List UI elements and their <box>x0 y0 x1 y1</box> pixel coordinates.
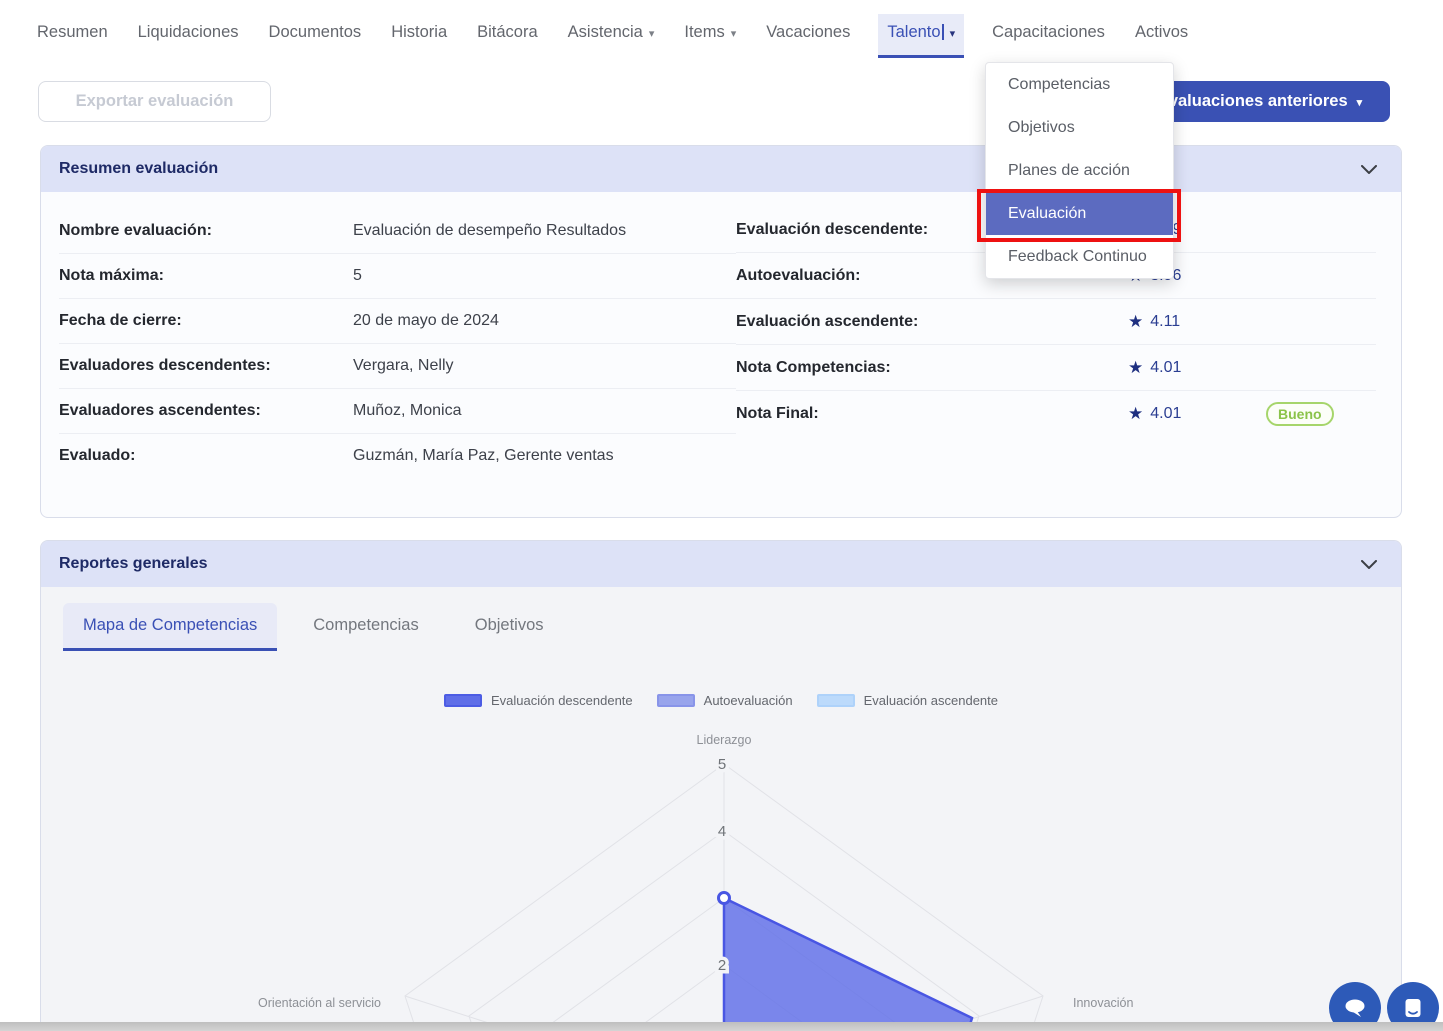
radar-tick-2: 2 <box>718 957 726 974</box>
menu-item-feedback-continuo[interactable]: Feedback Continuo <box>986 235 1173 278</box>
export-evaluation-button[interactable]: Exportar evaluación <box>38 81 271 122</box>
summary-row: Evaluación ascendente:★4.11 <box>736 299 1376 345</box>
chat-window-icon <box>1401 996 1425 1020</box>
summary-row: Fecha de cierre:20 de mayo de 2024 <box>59 299 736 344</box>
nav-tab-asistencia[interactable]: Asistencia▾ <box>566 14 657 58</box>
menu-item-objetivos[interactable]: Objetivos <box>986 106 1173 149</box>
nav-tab-bitacora[interactable]: Bitácora <box>475 14 540 58</box>
menu-item-planes-de-accion[interactable]: Planes de acción <box>986 149 1173 192</box>
nav-tab-items[interactable]: Items▾ <box>682 14 738 58</box>
legend-swatch <box>444 694 482 707</box>
reports-tabs: Mapa de Competencias Competencias Objeti… <box>63 603 564 651</box>
general-reports-panel: Reportes generales Mapa de Competencias … <box>40 540 1402 1031</box>
legend-swatch <box>817 694 855 707</box>
summary-row: Nombre evaluación:Evaluación de desempeñ… <box>59 209 736 254</box>
radar-axis-innovacion: Innovación <box>1073 996 1134 1010</box>
collapse-chevron-icon[interactable] <box>1361 560 1377 569</box>
evaluation-summary-panel: Resumen evaluación Nombre evaluación:Eva… <box>40 145 1402 518</box>
employee-talent-page: Resumen Liquidaciones Documentos Histori… <box>0 0 1443 1031</box>
radar-series-evaluacion-descendente <box>567 898 972 1031</box>
summary-row: Nota máxima:5 <box>59 254 736 299</box>
radar-tick-5: 5 <box>718 756 726 773</box>
panel-title: Resumen evaluación <box>59 160 218 178</box>
top-nav: Resumen Liquidaciones Documentos Histori… <box>0 0 1443 58</box>
chevron-down-icon: ▾ <box>649 28 655 40</box>
competency-radar-chart: 5 4 2 Liderazgo Orientación al servicio … <box>41 726 1401 1031</box>
star-icon: ★ <box>1128 313 1143 330</box>
nav-tab-capacitaciones[interactable]: Capacitaciones <box>990 14 1107 58</box>
collapse-chevron-icon[interactable] <box>1361 165 1377 174</box>
nav-tab-talento[interactable]: Talento▾ <box>878 14 964 58</box>
summary-row: Evaluadores descendentes:Vergara, Nelly <box>59 344 736 389</box>
legend-swatch <box>657 694 695 707</box>
bottom-scrollbar[interactable] <box>0 1022 1443 1031</box>
status-badge: Bueno <box>1266 402 1334 426</box>
radar-data-point-liderazgo[interactable] <box>719 893 730 904</box>
radar-axis-liderazgo: Liderazgo <box>697 733 752 747</box>
nav-tab-historia[interactable]: Historia <box>389 14 449 58</box>
legend-item-evaluacion-ascendente[interactable]: Evaluación ascendente <box>817 693 998 708</box>
panel-title: Reportes generales <box>59 555 208 573</box>
text-cursor <box>942 24 944 40</box>
nav-tab-liquidaciones[interactable]: Liquidaciones <box>136 14 241 58</box>
summary-left-column: Nombre evaluación:Evaluación de desempeñ… <box>59 209 736 478</box>
talento-dropdown-menu: Competencias Objetivos Planes de acción … <box>985 62 1174 279</box>
star-icon: ★ <box>1128 359 1143 376</box>
summary-row: Nota Competencias:★4.01 <box>736 345 1376 391</box>
speech-bubble-icon <box>1342 996 1368 1020</box>
summary-row: Evaluadores ascendentes:Muñoz, Monica <box>59 389 736 434</box>
legend-item-autoevaluacion[interactable]: Autoevaluación <box>657 693 793 708</box>
tab-objetivos[interactable]: Objetivos <box>455 603 564 651</box>
star-icon: ★ <box>1128 405 1143 422</box>
radar-axis-orientacion-al-servicio: Orientación al servicio <box>258 996 381 1010</box>
nav-tab-activos[interactable]: Activos <box>1133 14 1190 58</box>
legend-item-evaluacion-descendente[interactable]: Evaluación descendente <box>444 693 633 708</box>
radar-tick-4: 4 <box>718 823 726 840</box>
chevron-down-icon: ▾ <box>950 28 956 40</box>
summary-row: Evaluado:Guzmán, María Paz, Gerente vent… <box>59 434 736 478</box>
tab-mapa-de-competencias[interactable]: Mapa de Competencias <box>63 603 277 651</box>
summary-row: Nota Final:★4.01Bueno <box>736 391 1376 436</box>
menu-item-competencias[interactable]: Competencias <box>986 63 1173 106</box>
chevron-down-icon: ▾ <box>731 28 737 40</box>
menu-item-evaluacion[interactable]: Evaluación <box>986 192 1173 235</box>
nav-tab-vacaciones[interactable]: Vacaciones <box>764 14 852 58</box>
nav-tab-documentos[interactable]: Documentos <box>267 14 364 58</box>
nav-tab-resumen[interactable]: Resumen <box>35 14 110 58</box>
evaluation-summary-header: Resumen evaluación <box>41 146 1401 192</box>
chart-legend: Evaluación descendente Autoevaluación Ev… <box>41 693 1401 708</box>
chevron-down-icon: ▾ <box>1357 96 1363 109</box>
general-reports-header: Reportes generales <box>41 541 1401 587</box>
tab-competencias[interactable]: Competencias <box>293 603 438 651</box>
